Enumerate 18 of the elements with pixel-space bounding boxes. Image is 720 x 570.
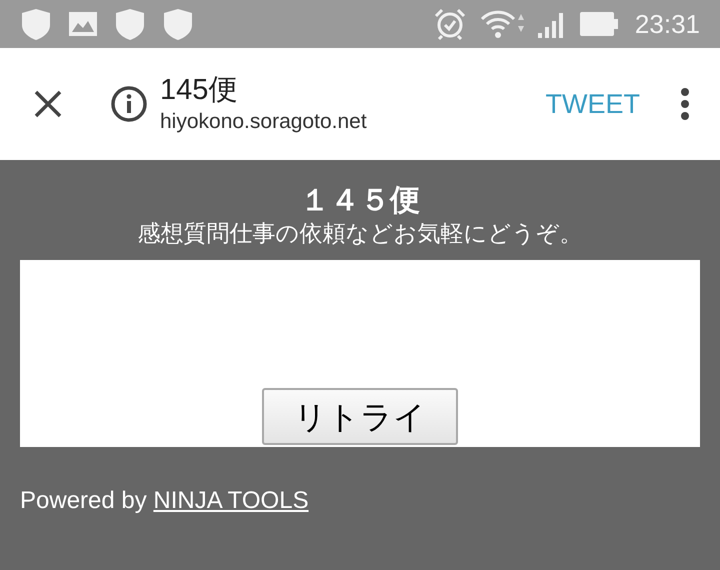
clock-time: 23:31 bbox=[634, 8, 700, 40]
shield-icon bbox=[20, 7, 52, 41]
alarm-icon bbox=[432, 7, 467, 41]
page-url: hiyokono.soragoto.net bbox=[160, 109, 367, 135]
more-options-icon[interactable] bbox=[680, 87, 690, 121]
battery-icon bbox=[578, 11, 619, 37]
tweet-button[interactable]: TWEET bbox=[544, 84, 642, 124]
shield-icon bbox=[114, 7, 146, 41]
page-heading: １４５便 bbox=[300, 182, 420, 220]
ninja-tools-link[interactable]: NINJA TOOLS bbox=[153, 487, 309, 514]
page-subtitle: 感想質問仕事の依頼などお気軽にどうぞ。 bbox=[138, 220, 582, 249]
page-title: 145便 bbox=[160, 73, 238, 108]
powered-by-text: Powered by NINJA TOOLS bbox=[20, 486, 309, 516]
wifi-icon bbox=[478, 8, 525, 40]
retry-button[interactable]: リトライ bbox=[262, 388, 458, 445]
image-icon bbox=[68, 11, 98, 37]
shield-icon bbox=[162, 7, 194, 41]
info-icon[interactable] bbox=[110, 85, 148, 123]
